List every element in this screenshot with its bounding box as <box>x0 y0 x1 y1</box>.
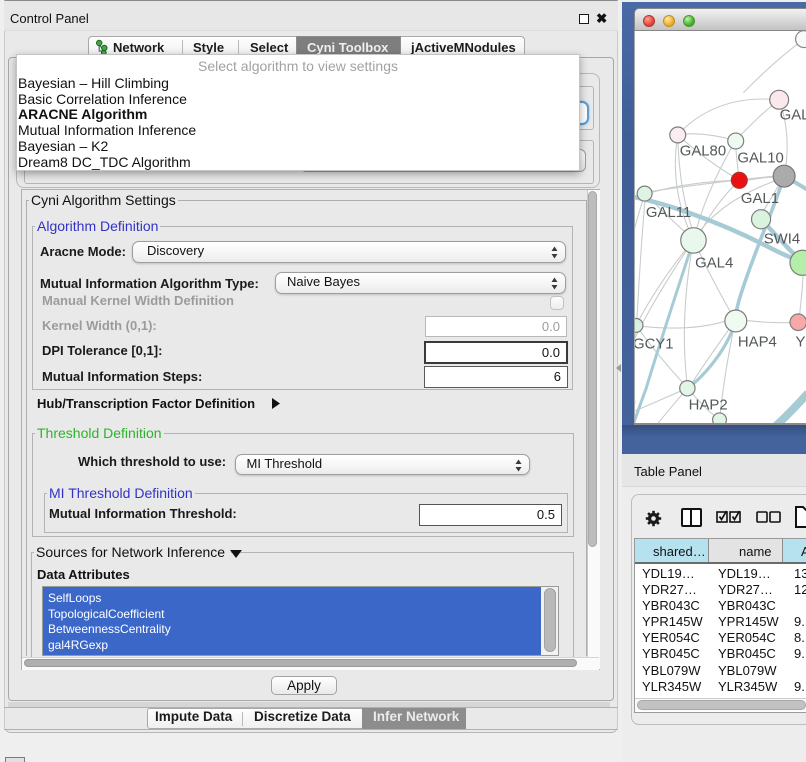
svg-text:GCY1: GCY1 <box>634 336 674 352</box>
svg-text:GAL80: GAL80 <box>680 143 726 159</box>
svg-text:GAL11: GAL11 <box>646 205 691 221</box>
svg-text:HAP2: HAP2 <box>689 397 728 413</box>
svg-text:Y: Y <box>796 334 806 350</box>
svg-text:HAP4: HAP4 <box>738 334 777 350</box>
svg-text:GAL10: GAL10 <box>737 150 783 166</box>
svg-text:GAL: GAL <box>780 108 806 124</box>
svg-text:GAL4: GAL4 <box>695 255 733 271</box>
svg-text:GAL1: GAL1 <box>741 191 779 207</box>
svg-text:SWI4: SWI4 <box>764 231 800 247</box>
